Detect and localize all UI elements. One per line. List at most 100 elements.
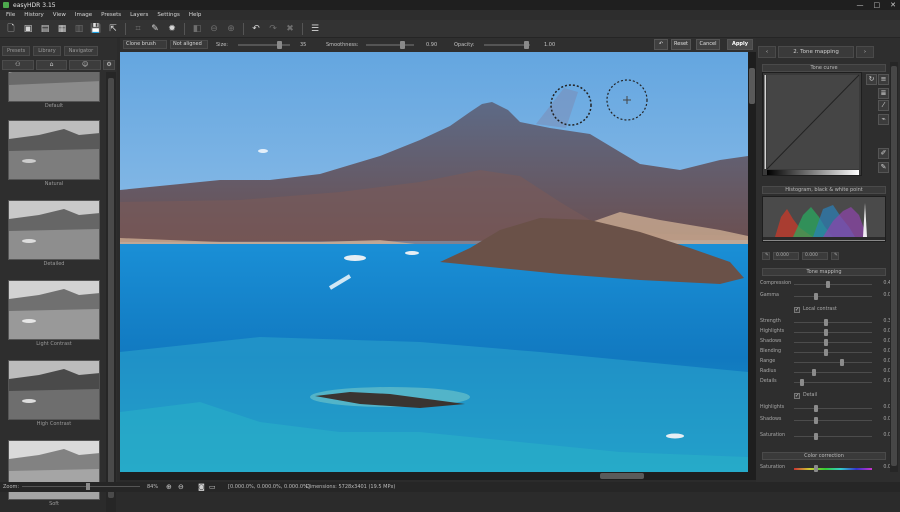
size-slider-track[interactable]	[238, 44, 290, 46]
details-slider[interactable]: Details 0.00	[760, 378, 894, 387]
curve-list-icon[interactable]: ≣	[878, 88, 889, 99]
align-mode-select[interactable]: Not aligned	[170, 40, 208, 49]
smoothness-slider-track[interactable]	[366, 44, 414, 46]
close-button[interactable]: ✕	[890, 0, 896, 10]
user-icon[interactable]: ☺	[69, 60, 102, 70]
radius-slider[interactable]: Radius 0.00	[760, 368, 894, 377]
preset-item[interactable]: High Contrast	[8, 360, 100, 429]
tab-tone-mapping[interactable]: 2. Tone mapping	[778, 46, 854, 58]
prev-step-icon[interactable]: ‹	[758, 46, 776, 58]
opacity-slider-knob[interactable]	[524, 41, 529, 49]
tab-library[interactable]: Library	[33, 46, 61, 56]
tab-presets[interactable]: Presets	[2, 46, 31, 56]
gamma-slider[interactable]: Gamma 0.00	[760, 292, 894, 301]
settings-gear-icon[interactable]: ⚙	[103, 60, 116, 70]
highlights-slider[interactable]: Highlights 0.00	[760, 328, 894, 337]
size-slider-knob[interactable]	[277, 41, 282, 49]
tone-mapping-header[interactable]: Tone mapping	[762, 268, 886, 276]
monitor-icon[interactable]: ▭	[209, 483, 216, 491]
menu-history[interactable]: History	[24, 12, 44, 18]
preset-item[interactable]: Natural	[8, 120, 100, 189]
gear-icon[interactable]: ✹	[165, 22, 179, 35]
menu-file[interactable]: File	[6, 12, 15, 18]
detail-checkbox[interactable]: ✓ Detail	[794, 392, 854, 400]
canvas-vertical-scrollbar[interactable]	[748, 52, 756, 472]
delete-icon[interactable]: ✖	[283, 22, 297, 35]
smoothness-slider-knob[interactable]	[400, 41, 405, 49]
brush-mode-select[interactable]: Clone brush	[123, 40, 167, 49]
slider-label: Saturation	[760, 465, 786, 470]
tab-navigator[interactable]: Navigator	[63, 46, 99, 56]
range-slider[interactable]: Range 0.00	[760, 358, 894, 367]
cancel-button[interactable]: Cancel	[696, 39, 720, 50]
apply-button[interactable]: Apply	[727, 39, 753, 50]
black-point-input[interactable]: 0.000	[773, 252, 799, 260]
menu-presets[interactable]: Presets	[101, 12, 121, 18]
crop-icon[interactable]: ⌗	[131, 22, 145, 35]
zoom-slider-knob[interactable]	[86, 483, 90, 490]
next-step-icon[interactable]: ›	[856, 46, 874, 58]
new-file-icon[interactable]: 🗋	[4, 22, 18, 35]
tone-curve-editor[interactable]	[762, 72, 862, 176]
blending-slider[interactable]: Blending 0.00	[760, 348, 894, 357]
save-icon[interactable]: ▥	[72, 22, 86, 35]
layers-icon[interactable]: ☰	[308, 22, 322, 35]
back-icon[interactable]: ↶	[654, 39, 668, 50]
zoom-out-icon[interactable]: ⊖	[207, 22, 221, 35]
preset-scrollbar[interactable]	[106, 72, 116, 512]
color-saturation-slider[interactable]: Saturation 0.00	[760, 464, 894, 473]
curve-reset-icon[interactable]: ↻	[866, 74, 877, 85]
reset-button[interactable]: Reset	[671, 39, 691, 50]
brush-icon[interactable]: ✎	[148, 22, 162, 35]
curve-line-icon[interactable]: ⁄	[878, 100, 889, 111]
pipette-white-icon[interactable]: ✐	[878, 148, 889, 159]
menu-view[interactable]: View	[53, 12, 66, 18]
settings-scrollbar[interactable]	[890, 62, 898, 472]
open-image-icon[interactable]: ▣	[21, 22, 35, 35]
save-as-icon[interactable]: 💾	[89, 22, 103, 35]
export-icon[interactable]: ⇱	[106, 22, 120, 35]
menu-layers[interactable]: Layers	[130, 12, 148, 18]
curve-edit-icon[interactable]: ⌁	[878, 114, 889, 125]
maximize-button[interactable]: □	[874, 0, 881, 10]
photo-preview[interactable]	[120, 52, 748, 472]
undo-icon[interactable]: ↶	[249, 22, 263, 35]
zoom-slider[interactable]	[22, 486, 140, 487]
menu-image[interactable]: Image	[75, 12, 92, 18]
shadows-slider[interactable]: Shadows 0.00	[760, 338, 894, 347]
compare-icon[interactable]: ◧	[190, 22, 204, 35]
menu-help[interactable]: Help	[189, 12, 202, 18]
hist-white-pipette-icon[interactable]: ✎	[831, 252, 839, 260]
strength-slider[interactable]: Strength 0.30	[760, 318, 894, 327]
compression-slider[interactable]: Compression 0.40	[760, 280, 894, 289]
zoom-fit-icon[interactable]: ⊕	[166, 483, 172, 491]
histogram-header[interactable]: Histogram, black & white point	[762, 186, 886, 194]
curve-menu-icon[interactable]: ≡	[878, 74, 889, 85]
camera-icon[interactable]: ◙	[198, 483, 205, 491]
zoom-100-icon[interactable]: ⊖	[178, 483, 184, 491]
preset-item[interactable]: Detailed	[8, 200, 100, 269]
hist-black-pipette-icon[interactable]: ✎	[762, 252, 770, 260]
color-correction-header[interactable]: Color correction	[762, 452, 886, 460]
detail-saturation-slider[interactable]: Saturation 0.00	[760, 432, 894, 441]
zoom-in-icon[interactable]: ⊕	[224, 22, 238, 35]
preset-item[interactable]: Soft	[8, 440, 100, 508]
detail-highlights-slider[interactable]: Highlights 0.00	[760, 404, 894, 413]
pipette-black-icon[interactable]: ✎	[878, 162, 889, 173]
toolbar-divider	[302, 22, 303, 35]
tone-curve-header[interactable]: Tone curve	[762, 64, 886, 72]
local-contrast-checkbox[interactable]: ✓ Local contrast	[794, 306, 854, 314]
minimize-button[interactable]: —	[857, 0, 864, 10]
menu-settings[interactable]: Settings	[157, 12, 180, 18]
open-folder-icon[interactable]: ▦	[55, 22, 69, 35]
image-canvas[interactable]	[120, 52, 756, 480]
users-icon[interactable]: ⚇	[2, 60, 34, 70]
home-icon[interactable]: ⌂	[35, 60, 68, 70]
preset-item[interactable]: Default	[8, 72, 100, 111]
detail-shadows-slider[interactable]: Shadows 0.00	[760, 416, 894, 425]
canvas-horizontal-scrollbar[interactable]	[120, 472, 748, 480]
redo-icon[interactable]: ↷	[266, 22, 280, 35]
preset-item[interactable]: Light Contrast	[8, 280, 100, 349]
open-bracket-icon[interactable]: ▤	[38, 22, 52, 35]
white-point-input[interactable]: 0.000	[802, 252, 828, 260]
